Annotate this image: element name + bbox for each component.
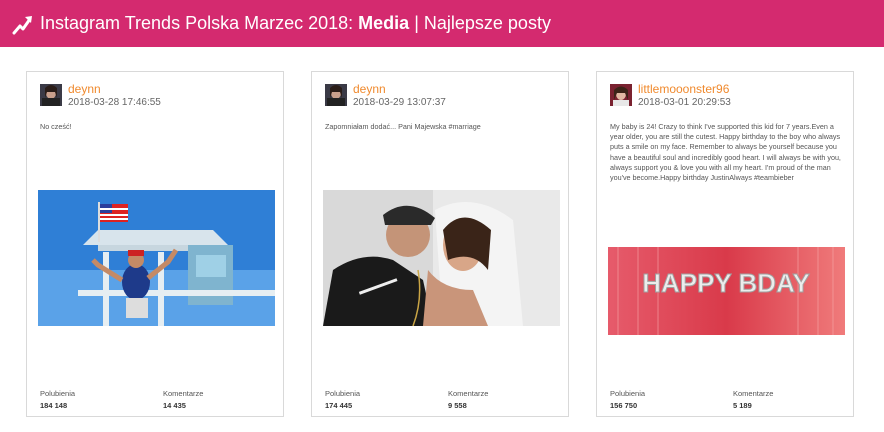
post-caption: No cześć! bbox=[40, 122, 72, 131]
comments-stat: Komentarze 14 435 bbox=[163, 389, 203, 410]
likes-count: 156 750 bbox=[610, 401, 638, 410]
page-title: Instagram Trends Polska Marzec 2018: Med… bbox=[40, 13, 551, 34]
likes-stat: Polubienia 174 445 bbox=[325, 389, 360, 410]
post-date: 2018-03-29 13:07:37 bbox=[353, 97, 446, 108]
comments-label: Komentarze bbox=[733, 389, 774, 398]
likes-label: Polubienia bbox=[610, 389, 646, 398]
title-suffix: | Najlepsze posty bbox=[414, 13, 551, 33]
avatar[interactable] bbox=[325, 84, 347, 106]
likes-count: 174 445 bbox=[325, 401, 353, 410]
post-caption: Zapomniałam dodać... Pani Majewska #marr… bbox=[325, 122, 481, 131]
likes-count: 184 148 bbox=[40, 401, 68, 410]
comments-count: 14 435 bbox=[163, 401, 186, 410]
comments-count: 9 558 bbox=[448, 401, 467, 410]
comments-label: Komentarze bbox=[448, 389, 489, 398]
photo-balloon-text: HAPPY BDAY bbox=[642, 268, 810, 298]
title-prefix: Instagram Trends Polska Marzec 2018: bbox=[40, 13, 354, 33]
likes-stat: Polubienia 156 750 bbox=[610, 389, 645, 410]
post-date: 2018-03-01 20:29:53 bbox=[638, 97, 731, 108]
post-photo[interactable] bbox=[38, 190, 275, 326]
comments-label: Komentarze bbox=[163, 389, 204, 398]
comments-count: 5 189 bbox=[733, 401, 752, 410]
post-card[interactable]: deynn 2018-03-28 17:46:55 No cześć! Polu… bbox=[26, 71, 284, 417]
username-link[interactable]: deynn bbox=[353, 82, 386, 96]
page-header: Instagram Trends Polska Marzec 2018: Med… bbox=[0, 0, 884, 47]
username-link[interactable]: deynn bbox=[68, 82, 101, 96]
post-card[interactable]: littlemooonster96 2018-03-01 20:29:53 My… bbox=[596, 71, 854, 417]
avatar[interactable] bbox=[40, 84, 62, 106]
likes-stat: Polubienia 184 148 bbox=[40, 389, 75, 410]
likes-label: Polubienia bbox=[325, 389, 361, 398]
username-link[interactable]: littlemooonster96 bbox=[638, 82, 729, 96]
likes-label: Polubienia bbox=[40, 389, 76, 398]
comments-stat: Komentarze 9 558 bbox=[448, 389, 488, 410]
comments-stat: Komentarze 5 189 bbox=[733, 389, 773, 410]
avatar[interactable] bbox=[610, 84, 632, 106]
trend-arrow-icon bbox=[12, 15, 32, 34]
post-photo[interactable]: HAPPY BDAY bbox=[608, 247, 845, 335]
title-bold: Media bbox=[358, 13, 410, 33]
post-photo[interactable] bbox=[323, 190, 560, 326]
post-date: 2018-03-28 17:46:55 bbox=[68, 97, 161, 108]
post-card[interactable]: deynn 2018-03-29 13:07:37 Zapomniałam do… bbox=[311, 71, 569, 417]
post-caption: My baby is 24! Crazy to think I've suppo… bbox=[610, 122, 841, 183]
